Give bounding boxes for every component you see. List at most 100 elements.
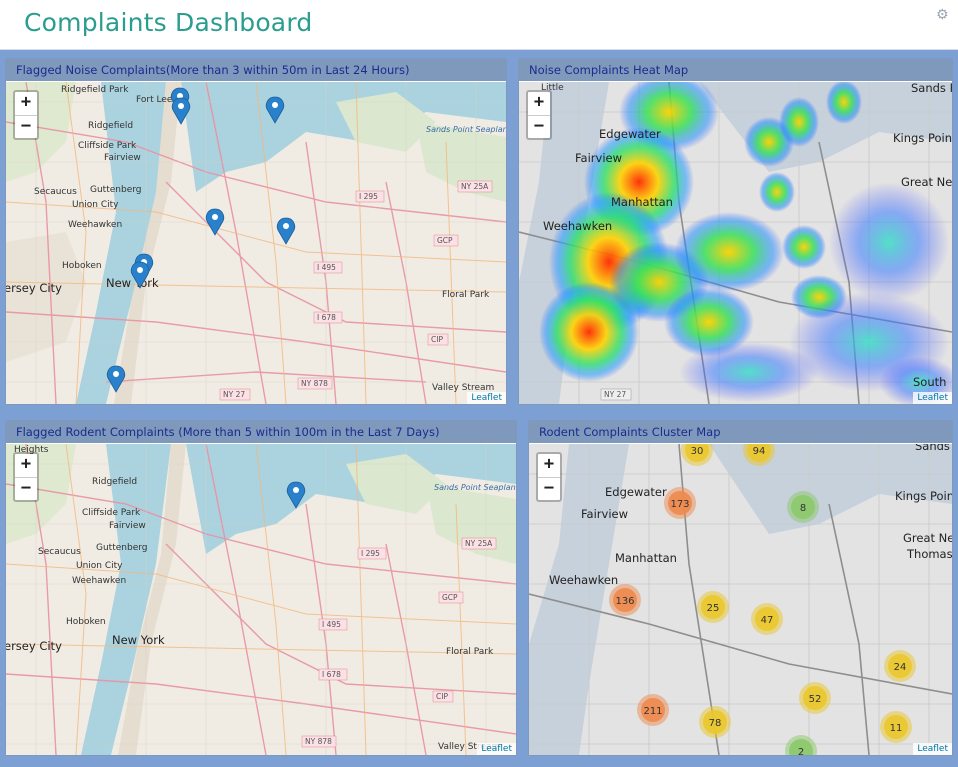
map-label: Weehawken [543,219,612,233]
cluster-count: 94 [753,446,766,457]
cluster-count: 78 [709,718,722,729]
cluster-marker[interactable]: 8 [787,491,819,523]
zoom-control: + − [536,452,562,502]
zoom-control: + − [13,90,39,140]
road-label: NY 25A [457,180,493,193]
road-label: CIP [432,690,454,703]
map-label: Fairview [109,521,146,531]
zoom-in-button[interactable]: + [538,454,560,477]
map-label: Fairview [104,153,141,163]
cluster-marker[interactable]: 24 [884,650,916,682]
map-label: Ridgefield [92,477,137,487]
zoom-in-button[interactable]: + [528,92,550,115]
leaflet-attribution-link[interactable]: Leaflet [477,743,516,755]
gear-icon[interactable]: ⚙ [936,8,950,22]
map-label: Hoboken [66,617,106,627]
svg-text:I 495: I 495 [322,620,341,629]
cluster-count: 211 [643,706,662,717]
road-label: NY 878 [301,735,337,748]
svg-text:I 678: I 678 [317,313,336,322]
map-flagged-noise[interactable]: Ridgefield Park Fort Lee Ridgefield Clif… [6,82,506,404]
map-label: ersey City [6,639,62,653]
cluster-count: 25 [707,603,720,614]
svg-text:NY 25A: NY 25A [465,539,493,548]
zoom-out-button[interactable]: − [15,115,37,138]
map-label: Cliffside Park [78,141,137,151]
road-label: CIP [427,333,449,346]
map-label: Edgewater [605,485,667,499]
map-label: New York [106,276,159,290]
map-label: Weehawken [549,573,618,587]
map-heat[interactable]: Little Edgewater Fairview Manhattan Weeh… [519,82,952,404]
map-label: Kings Point [893,131,952,145]
cluster-marker[interactable]: 211 [637,694,669,726]
zoom-in-button[interactable]: + [15,92,37,115]
map-label: Thomaston [906,547,952,561]
leaflet-attribution-link[interactable]: Leaflet [467,392,506,404]
road-label: I 295 [357,547,387,560]
map-label: Floral Park [446,647,494,657]
svg-text:CIP: CIP [431,335,443,344]
leaflet-attribution-link[interactable]: Leaflet [913,743,952,755]
map-label: Manhattan [615,551,677,565]
road-label: I 495 [318,618,348,631]
map-label: Cliffside Park [82,508,141,518]
map-label: Fairview [575,151,622,165]
map-cluster[interactable]: Edgewater Fairview Manhattan Weehawken S… [529,444,952,755]
map-label: Manhattan [611,195,673,209]
header: Complaints Dashboard ⚙ [0,0,958,50]
road-label: GCP [438,591,464,604]
cluster-count: 136 [615,596,634,607]
map-flagged-rodent[interactable]: Heights Ridgefield Cliffside Park Fairvi… [6,444,516,755]
cluster-count: 30 [691,446,704,457]
svg-text:NY 27: NY 27 [223,390,245,399]
svg-text:GCP: GCP [437,236,453,245]
svg-text:I 295: I 295 [361,549,380,558]
svg-text:NY 25A: NY 25A [461,182,489,191]
cluster-count: 47 [761,615,774,626]
road-label: NY 27 [600,388,632,401]
leaflet-attribution-link[interactable]: Leaflet [913,392,952,404]
zoom-out-button[interactable]: − [538,477,560,500]
cluster-marker[interactable]: 25 [697,591,729,623]
zoom-out-button[interactable]: − [15,477,37,500]
svg-text:GCP: GCP [442,593,458,602]
road-label: I 495 [313,261,343,274]
map-label: Secaucus [34,187,77,197]
zoom-control: + − [526,90,552,140]
cluster-marker[interactable]: 136 [609,584,641,616]
cluster-marker[interactable]: 78 [699,706,731,738]
zoom-in-button[interactable]: + [15,454,37,477]
map-label: Sands Point Seaplane Base [426,125,506,134]
map-label: Sands Point [915,444,952,453]
cluster-marker[interactable]: 47 [751,603,783,635]
road-label: NY 25A [461,537,497,550]
map-label: Fairview [581,507,628,521]
map-label: Kings Point [895,489,952,503]
cluster-count: 24 [894,662,907,673]
map-label: Great Neck [903,531,952,545]
map-label: Ridgefield [88,121,133,131]
map-label: ersey City [6,281,62,295]
svg-text:I 495: I 495 [317,263,336,272]
svg-text:NY 878: NY 878 [301,379,328,388]
panel-title: Rodent Complaints Cluster Map [529,421,952,443]
cluster-count: 8 [800,503,806,514]
panel-title: Noise Complaints Heat Map [519,59,952,81]
map-label: Union City [76,561,123,571]
zoom-out-button[interactable]: − [528,115,550,138]
panel-heat-map: Noise Complaints Heat Map Little Edgewat… [518,58,953,405]
road-label: NY 27 [219,388,251,401]
cluster-marker[interactable]: 52 [799,682,831,714]
svg-text:NY 878: NY 878 [305,737,332,746]
zoom-control: + − [13,452,39,502]
map-label: Weehawken [68,220,122,230]
map-label: South [913,375,946,389]
page-title: Complaints Dashboard [24,8,313,37]
cluster-marker[interactable]: 173 [664,487,696,519]
map-label: Hoboken [62,261,102,271]
cluster-marker[interactable]: 11 [880,711,912,743]
panel-title: Flagged Rodent Complaints (More than 5 w… [6,421,516,443]
svg-text:I 295: I 295 [359,192,378,201]
panel-title: Flagged Noise Complaints(More than 3 wit… [6,59,506,81]
